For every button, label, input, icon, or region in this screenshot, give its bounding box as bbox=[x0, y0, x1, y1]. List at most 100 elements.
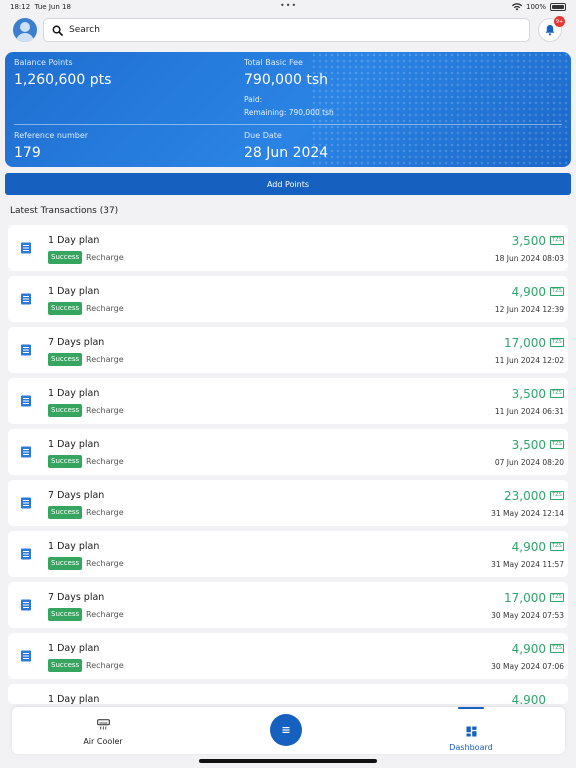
document-icon bbox=[21, 293, 31, 305]
transaction-row[interactable]: 1 Day plan Success Recharge 3,500 TZS 07… bbox=[8, 429, 568, 475]
card-pattern bbox=[311, 52, 571, 167]
search-icon bbox=[52, 25, 63, 36]
transaction-date: 18 Jun 2024 08:03 bbox=[494, 254, 564, 263]
bottom-nav: Air Cooler Dashboard bbox=[12, 707, 565, 754]
status-badge: Success bbox=[48, 608, 83, 621]
header: 9+ bbox=[0, 14, 576, 46]
transaction-row[interactable]: 1 Day plan Success Recharge 4,900 TZS 12… bbox=[8, 276, 568, 322]
transactions-title: Latest Transactions (37) bbox=[10, 206, 119, 216]
transaction-amount: 4,900 bbox=[511, 642, 546, 656]
transaction-name: 7 Days plan bbox=[48, 592, 105, 603]
balance-value: 1,260,600 pts bbox=[14, 72, 112, 88]
transaction-date: 07 Jun 2024 08:20 bbox=[494, 458, 564, 467]
transaction-row[interactable]: 1 Day plan Success Recharge 4,900 TZS 31… bbox=[8, 531, 568, 577]
transaction-type: Recharge bbox=[86, 355, 124, 364]
nav-air-cooler-label: Air Cooler bbox=[83, 737, 123, 746]
transaction-name: 7 Days plan bbox=[48, 490, 105, 501]
nav-dashboard-label: Dashboard bbox=[449, 743, 493, 752]
dashboard-icon bbox=[466, 726, 476, 737]
remaining-label: Remaining: 790,000 tsh bbox=[244, 108, 334, 117]
transaction-amount: 3,500 bbox=[511, 387, 546, 401]
air-conditioner-icon bbox=[96, 719, 110, 730]
currency-tag: TZS bbox=[550, 338, 564, 347]
battery-percent: 100% bbox=[525, 3, 546, 11]
menu-button[interactable] bbox=[270, 714, 302, 746]
transaction-type: Recharge bbox=[86, 661, 124, 670]
card-divider bbox=[14, 124, 562, 125]
transaction-date: 31 May 2024 11:57 bbox=[491, 560, 564, 569]
document-icon bbox=[21, 395, 31, 407]
document-icon bbox=[21, 242, 31, 254]
currency-tag: TZS bbox=[550, 389, 564, 398]
currency-tag: TZS bbox=[550, 644, 564, 653]
due-date-value: 28 Jun 2024 bbox=[244, 145, 329, 161]
avatar[interactable] bbox=[13, 18, 37, 42]
due-date-label: Due Date bbox=[244, 131, 282, 140]
transaction-date: 11 Jun 2024 06:31 bbox=[494, 407, 564, 416]
multitask-dots[interactable]: ••• bbox=[280, 1, 297, 10]
status-badge: Success bbox=[48, 251, 83, 264]
transaction-amount: 4,900 bbox=[511, 540, 546, 554]
status-badge: Success bbox=[48, 302, 83, 315]
transaction-type: Recharge bbox=[86, 559, 124, 568]
home-indicator[interactable] bbox=[199, 759, 377, 763]
transaction-date: 31 May 2024 12:14 bbox=[491, 509, 564, 518]
currency-tag: TZS bbox=[550, 440, 564, 449]
currency-tag: TZS bbox=[550, 491, 564, 500]
transaction-amount: 17,000 bbox=[504, 336, 546, 350]
transaction-amount: 4,900 bbox=[511, 285, 546, 299]
bell-icon bbox=[545, 25, 555, 36]
notification-badge: 9+ bbox=[554, 16, 565, 27]
transaction-row[interactable]: 1 Day plan 4,900 bbox=[8, 684, 568, 704]
transaction-amount: 17,000 bbox=[504, 591, 546, 605]
battery-icon bbox=[550, 3, 566, 11]
transaction-type: Recharge bbox=[86, 304, 124, 313]
transaction-date: 30 May 2024 07:06 bbox=[491, 662, 564, 671]
wifi-icon bbox=[511, 3, 522, 11]
search-input[interactable] bbox=[69, 25, 509, 35]
add-points-button[interactable]: Add Points bbox=[5, 173, 571, 195]
transaction-row[interactable]: 7 Days plan Success Recharge 17,000 TZS … bbox=[8, 327, 568, 373]
status-badge: Success bbox=[48, 506, 83, 519]
document-icon bbox=[21, 650, 31, 662]
transaction-row[interactable]: 7 Days plan Success Recharge 17,000 TZS … bbox=[8, 582, 568, 628]
nav-dashboard[interactable]: Dashboard bbox=[440, 707, 502, 752]
reference-label: Reference number bbox=[14, 131, 89, 140]
transaction-amount: 3,500 bbox=[511, 438, 546, 452]
currency-tag: TZS bbox=[550, 542, 564, 551]
menu-icon bbox=[282, 727, 290, 733]
balance-label: Balance Points bbox=[14, 58, 73, 67]
status-right: 100% bbox=[511, 3, 566, 11]
transaction-date: 30 May 2024 07:53 bbox=[491, 611, 564, 620]
transaction-amount: 23,000 bbox=[504, 489, 546, 503]
transaction-name: 1 Day plan bbox=[48, 643, 100, 654]
status-badge: Success bbox=[48, 455, 83, 468]
nav-air-cooler[interactable]: Air Cooler bbox=[72, 715, 134, 746]
transaction-type: Recharge bbox=[86, 610, 124, 619]
active-tab-indicator bbox=[458, 707, 484, 709]
transaction-row[interactable]: 1 Day plan Success Recharge 3,500 TZS 11… bbox=[8, 378, 568, 424]
currency-tag: TZS bbox=[550, 593, 564, 602]
currency-tag: TZS bbox=[550, 236, 564, 245]
transaction-name: 1 Day plan bbox=[48, 541, 100, 552]
transaction-name: 1 Day plan bbox=[48, 388, 100, 399]
balance-card: Balance Points 1,260,600 pts Total Basic… bbox=[5, 52, 571, 167]
document-icon bbox=[21, 446, 31, 458]
search-bar[interactable] bbox=[43, 18, 530, 42]
transaction-row[interactable]: 1 Day plan Success Recharge 4,900 TZS 30… bbox=[8, 633, 568, 679]
status-badge: Success bbox=[48, 557, 83, 570]
fee-value: 790,000 tsh bbox=[244, 72, 328, 88]
transaction-type: Recharge bbox=[86, 406, 124, 415]
transaction-name: 7 Days plan bbox=[48, 337, 105, 348]
transaction-name: 1 Day plan bbox=[48, 694, 100, 704]
transaction-row[interactable]: 1 Day plan Success Recharge 3,500 TZS 18… bbox=[8, 225, 568, 271]
transaction-name: 1 Day plan bbox=[48, 235, 100, 246]
transaction-type: Recharge bbox=[86, 508, 124, 517]
transaction-date: 11 Jun 2024 12:02 bbox=[494, 356, 564, 365]
transaction-row[interactable]: 7 Days plan Success Recharge 23,000 TZS … bbox=[8, 480, 568, 526]
transaction-date: 12 Jun 2024 12:39 bbox=[494, 305, 564, 314]
status-badge: Success bbox=[48, 353, 83, 366]
currency-tag: TZS bbox=[550, 287, 564, 296]
status-bar: 18:12 Tue Jun 18 ••• 100% bbox=[0, 0, 576, 14]
transaction-amount: 4,900 bbox=[511, 693, 546, 704]
